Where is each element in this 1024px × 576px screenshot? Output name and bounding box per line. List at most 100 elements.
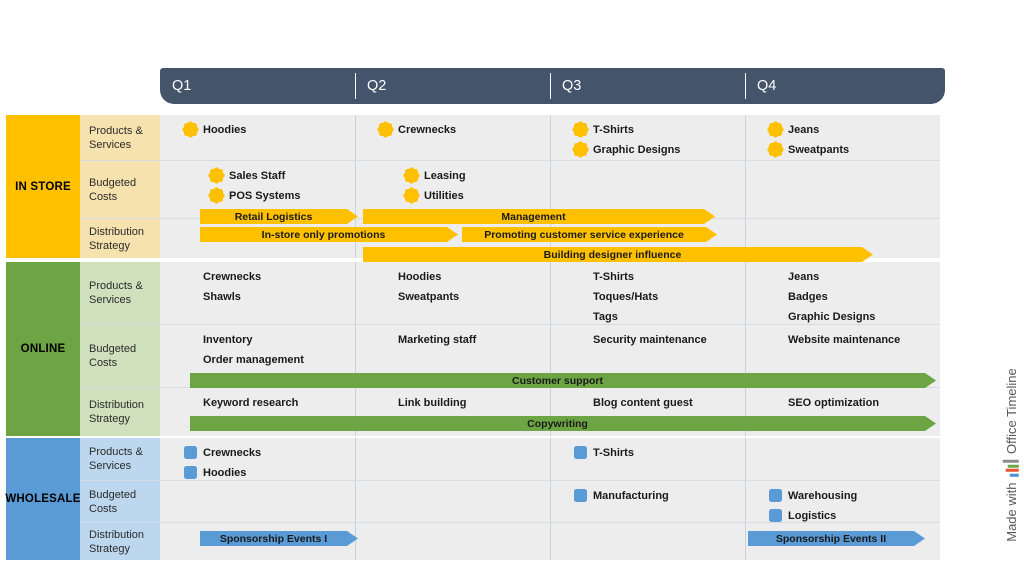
milestone[interactable]: Jeans <box>769 270 819 283</box>
milestone[interactable]: Manufacturing <box>574 489 669 502</box>
timeline-bar[interactable]: Promoting customer service experience <box>462 227 717 242</box>
timeline-bar[interactable]: Retail Logistics <box>200 209 358 224</box>
timeline-bar-label: Management <box>501 210 566 223</box>
milestone[interactable]: POS Systems <box>210 189 301 202</box>
quarter-header-cell-q4[interactable]: Q4 <box>745 68 940 104</box>
milestone[interactable]: Blog content guest <box>574 396 693 409</box>
milestone[interactable]: Hoodies <box>379 270 441 283</box>
row-timeline-body: In-store only promotions Promoting custom… <box>160 219 940 258</box>
row-label-line: Budgeted <box>89 488 137 501</box>
timeline-bar[interactable]: Sponsorship Events II <box>748 531 925 546</box>
row-label: Distribution Strategy <box>80 523 160 560</box>
milestone[interactable]: Hoodies <box>184 466 246 479</box>
milestone-label: Graphic Designs <box>593 143 681 156</box>
band-rows: Products & Services Crewnecks Shawls Hoodies… <box>80 262 940 436</box>
quarter-header-cell-q1[interactable]: Q1 <box>160 68 355 104</box>
quarter-divider <box>745 115 746 160</box>
band-online: ONLINE Products & Services Crewnecks Shawls H… <box>6 262 940 436</box>
milestone[interactable]: Toques/Hats <box>574 290 658 303</box>
milestone[interactable]: Graphic Designs <box>769 310 875 323</box>
milestone-label: Leasing <box>424 169 466 182</box>
row-label: Products & Services <box>80 262 160 324</box>
milestone[interactable]: Website maintenance <box>769 333 900 346</box>
milestone[interactable]: SEO optimization <box>769 396 879 409</box>
quarter-header-cell-q2[interactable]: Q2 <box>355 68 550 104</box>
milestone[interactable]: Keyword research <box>184 396 298 409</box>
diamond-marker-icon <box>184 270 197 283</box>
diamond-marker-icon <box>184 396 197 409</box>
row-label-line: Services <box>89 294 132 306</box>
milestone[interactable]: Sweatpants <box>769 143 849 156</box>
milestone[interactable]: Security maintenance <box>574 333 707 346</box>
quarter-label: Q2 <box>367 78 387 94</box>
milestone[interactable]: Warehousing <box>769 489 857 502</box>
star-marker-icon <box>769 123 782 136</box>
milestone-label: Manufacturing <box>593 489 669 502</box>
milestone[interactable]: Inventory <box>184 333 253 346</box>
square-marker-icon <box>184 446 197 459</box>
quarter-divider <box>745 438 746 480</box>
milestone-label: Marketing staff <box>398 333 477 346</box>
timeline-bar[interactable]: Sponsorship Events I <box>200 531 358 546</box>
milestone[interactable]: Hoodies <box>184 123 246 136</box>
timeline-bar-label: Copywriting <box>527 417 588 430</box>
milestone-label: Toques/Hats <box>593 290 659 303</box>
timeline-bar-label: Customer support <box>511 374 603 387</box>
timeline-bar-label: Promoting customer service experience <box>484 228 684 241</box>
quarter-divider <box>355 161 356 218</box>
row-timeline-body: Crewnecks Hoodies T-Shirts <box>160 438 940 480</box>
quarter-header: Q1 Q2 Q3 Q4 <box>160 68 945 104</box>
milestone-label: POS Systems <box>229 189 301 202</box>
diamond-marker-icon <box>379 396 392 409</box>
milestone[interactable]: Sales Staff <box>210 169 285 182</box>
row-label-line: Services <box>89 138 132 151</box>
milestone[interactable]: T-Shirts <box>574 270 634 283</box>
diamond-marker-icon <box>769 310 782 323</box>
star-marker-icon <box>405 169 418 182</box>
quarter-divider <box>745 161 746 218</box>
star-marker-icon <box>574 143 587 156</box>
milestone[interactable]: Crewnecks <box>379 123 456 136</box>
milestone-label: Utilities <box>424 189 464 202</box>
milestone[interactable]: Shawls <box>184 290 241 303</box>
square-marker-icon <box>574 446 587 459</box>
milestone[interactable]: Badges <box>769 290 828 303</box>
timeline-bar-label: Sponsorship Events I <box>219 532 328 545</box>
timeline-bar[interactable]: Management <box>363 209 715 224</box>
milestone[interactable]: Logistics <box>769 509 836 522</box>
timeline-bar-label: Sponsorship Events II <box>775 532 887 545</box>
diamond-marker-icon <box>769 333 782 346</box>
milestone-label: Inventory <box>203 333 253 346</box>
diamond-marker-icon <box>379 270 392 283</box>
milestone-label: Link building <box>398 396 467 409</box>
square-marker-icon <box>769 489 782 502</box>
milestone[interactable]: Sweatpants <box>379 290 459 303</box>
timeline-bar[interactable]: In-store only promotions <box>200 227 458 242</box>
watermark: Made with Office Timeline <box>1000 340 1022 570</box>
row-label-line: Budgeted <box>89 176 137 189</box>
milestone[interactable]: Crewnecks <box>184 446 261 459</box>
milestone[interactable]: Leasing <box>405 169 466 182</box>
band-in-store: IN STORE Products & Services Hoodies Crewnec… <box>6 115 940 258</box>
quarter-header-cell-q3[interactable]: Q3 <box>550 68 745 104</box>
row-label-line: Products & <box>89 446 143 458</box>
milestone[interactable]: Jeans <box>769 123 819 136</box>
milestone[interactable]: T-Shirts <box>574 123 634 136</box>
milestone[interactable]: Tags <box>574 310 618 323</box>
row-budget: Budgeted Costs Inventory Order management Ma… <box>80 324 940 387</box>
quarter-divider <box>355 115 356 160</box>
timeline-bar[interactable]: Building designer influence <box>363 247 873 262</box>
quarter-divider <box>745 262 746 324</box>
timeline-bar[interactable]: Copywriting <box>190 416 936 431</box>
milestone[interactable]: T-Shirts <box>574 446 634 459</box>
diamond-marker-icon <box>379 290 392 303</box>
logo-bar <box>1006 469 1019 472</box>
milestone[interactable]: Marketing staff <box>379 333 476 346</box>
row-label: Distribution Strategy <box>80 219 160 258</box>
milestone[interactable]: Utilities <box>405 189 464 202</box>
milestone[interactable]: Graphic Designs <box>574 143 680 156</box>
milestone[interactable]: Crewnecks <box>184 270 261 283</box>
milestone[interactable]: Link building <box>379 396 466 409</box>
milestone[interactable]: Order management <box>184 353 304 366</box>
timeline-bar[interactable]: Customer support <box>190 373 936 388</box>
